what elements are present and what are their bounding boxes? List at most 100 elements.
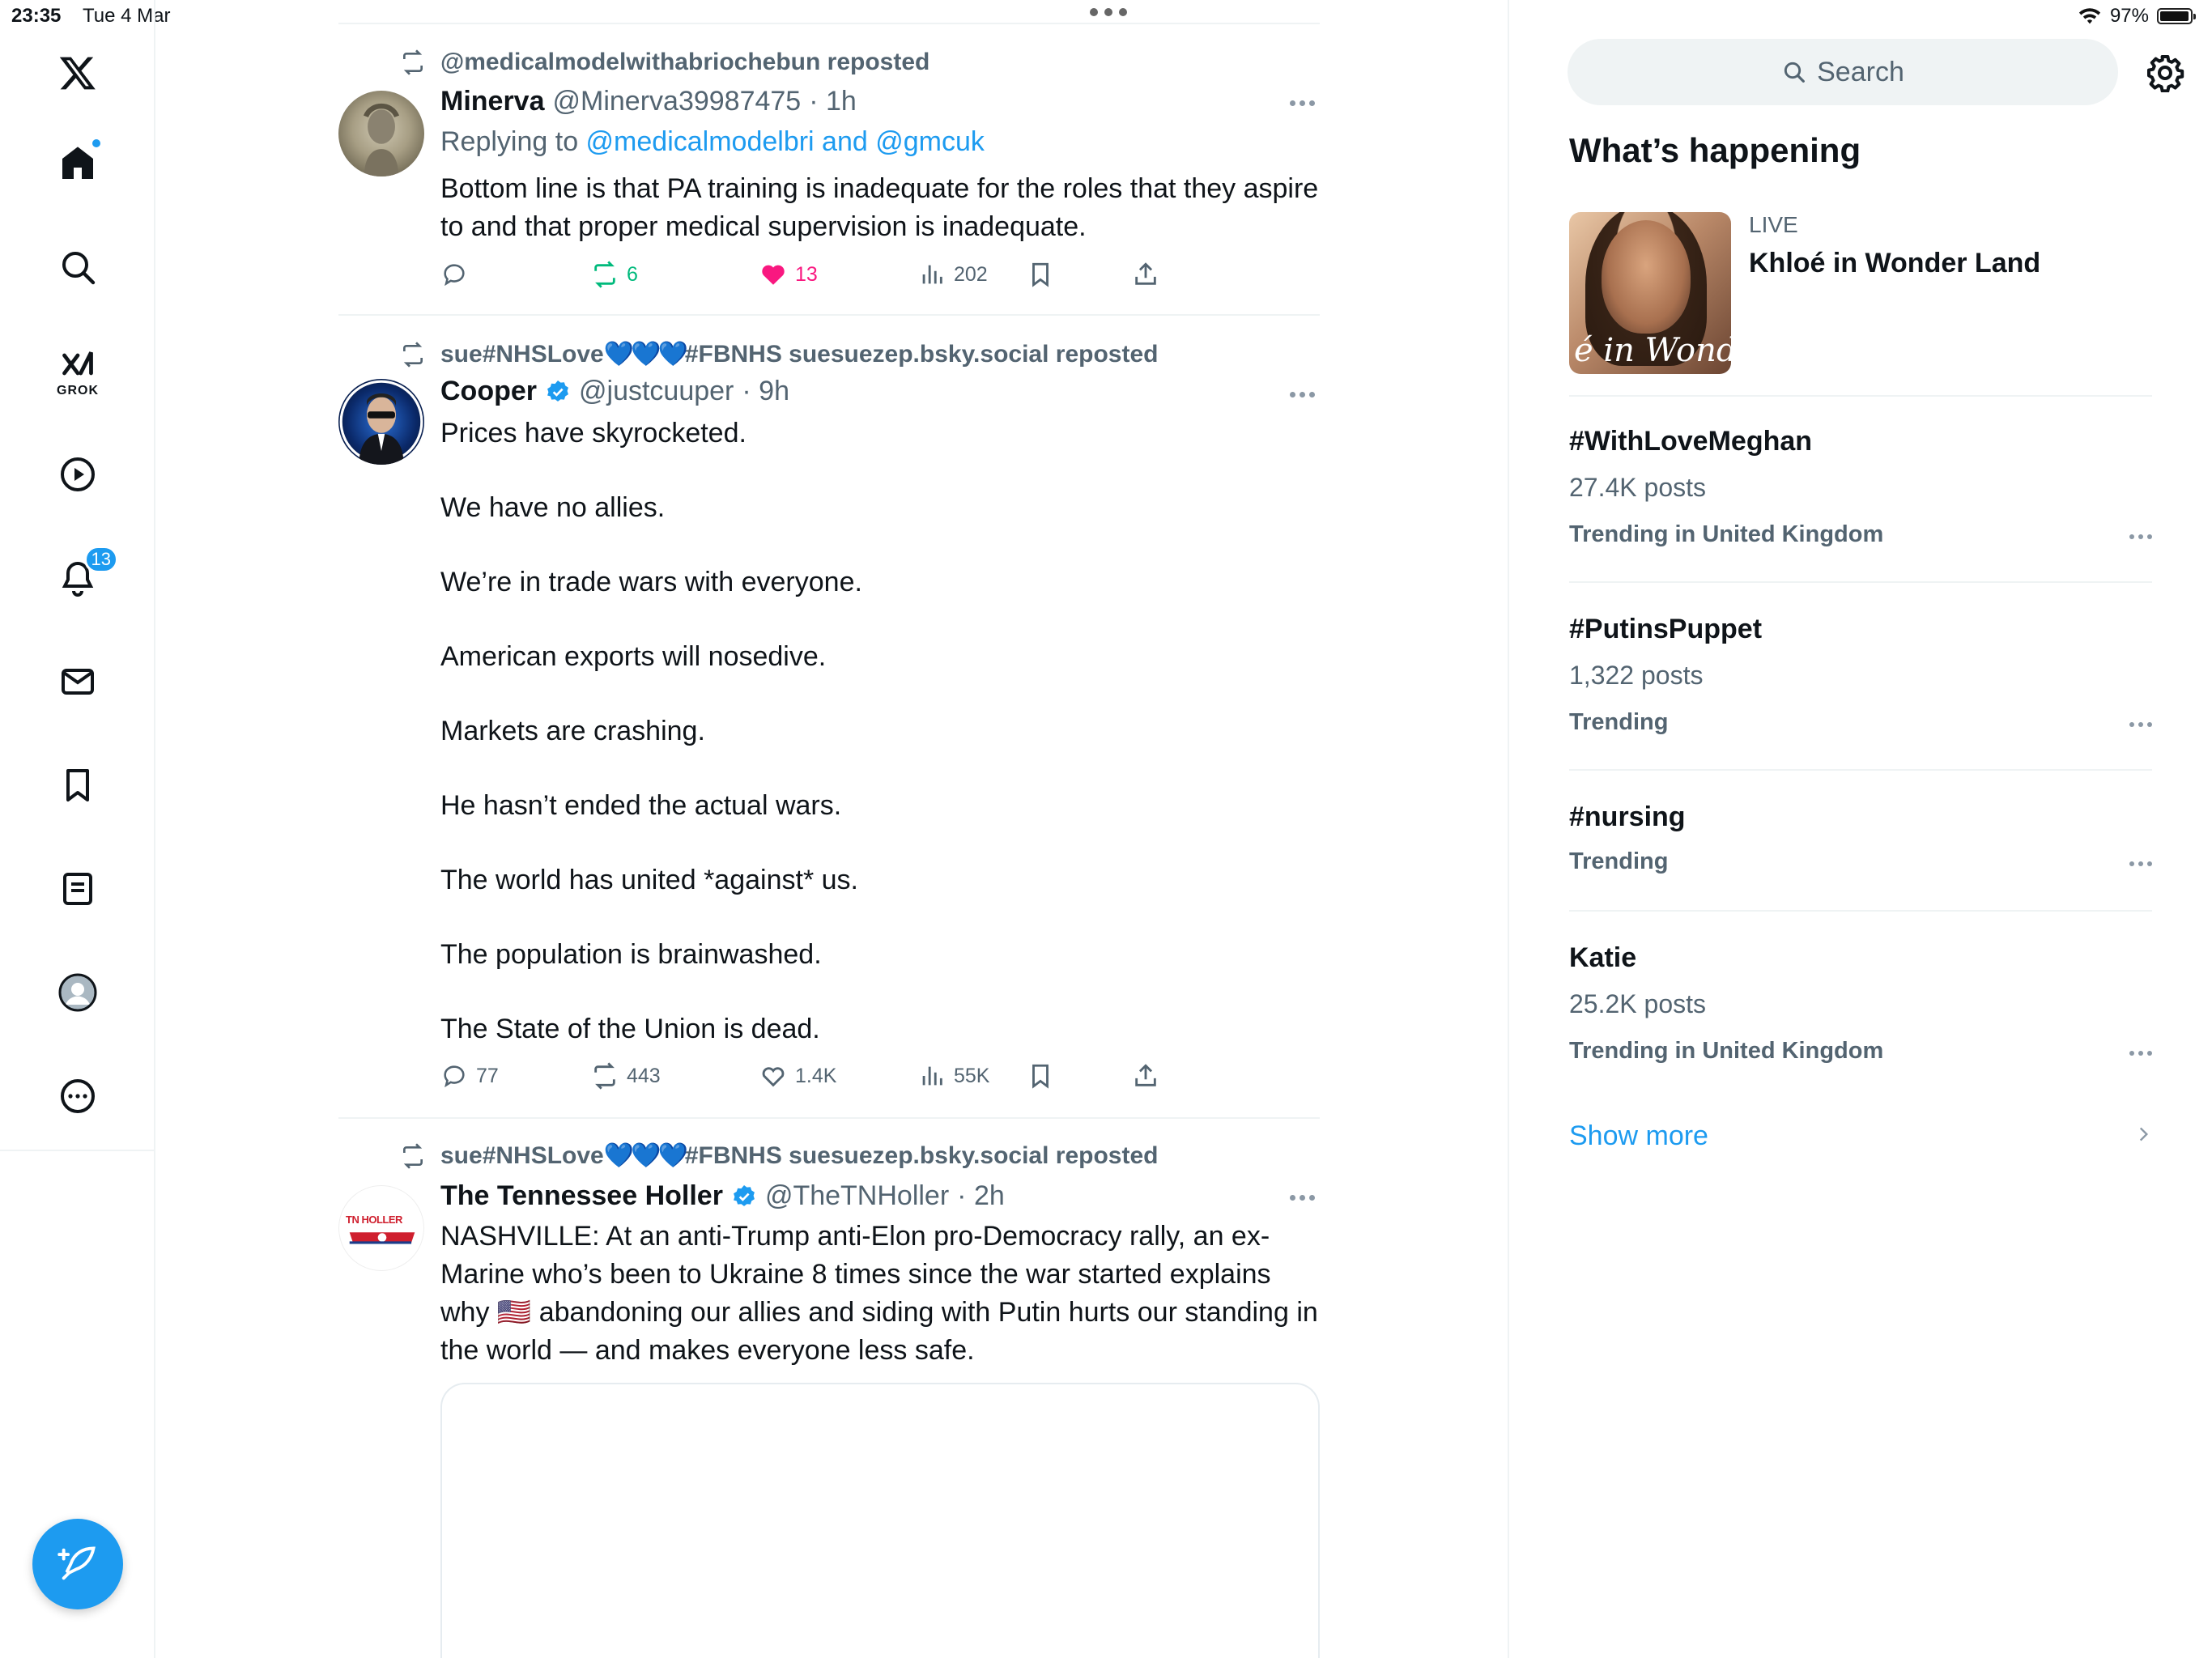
multitask-handle[interactable]: [1090, 8, 1127, 16]
view-count: 202: [954, 262, 988, 286]
reply-icon: [444, 1065, 465, 1088]
like-button[interactable]: 13: [759, 261, 818, 288]
repost-text: sue#NHSLove💙💙💙#FBNHS suesuezep.bsky.soci…: [440, 1141, 1158, 1170]
views-button[interactable]: 202: [918, 261, 988, 288]
tweet[interactable]: @medicalmodelwithabriochebun reposted Mi…: [338, 32, 1320, 308]
author-name[interactable]: Minerva: [440, 86, 545, 117]
nav-video[interactable]: [37, 434, 118, 515]
tweet-paragraph: The State of the Union is dead.: [440, 1014, 820, 1044]
repost-button[interactable]: 6: [591, 261, 638, 288]
search-input[interactable]: Search: [1568, 39, 2118, 105]
trend-item[interactable]: Katie 25.2K posts Trending in United Kin…: [1569, 929, 2152, 1091]
reply-count: 77: [476, 1064, 499, 1087]
avatar[interactable]: [338, 379, 424, 465]
tweet-divider: [338, 314, 1320, 316]
views-button[interactable]: 55K: [918, 1062, 989, 1090]
tweet-paragraph: Prices have skyrocketed.: [440, 418, 747, 449]
repost-icon: [403, 341, 423, 368]
list-icon: [63, 873, 92, 905]
tweet-more-button[interactable]: [1284, 392, 1320, 397]
tweet-time[interactable]: · 9h: [742, 376, 789, 407]
play-icon: [61, 457, 95, 491]
nav-explore[interactable]: [37, 227, 118, 308]
search-icon: [62, 252, 96, 285]
tweet-time[interactable]: · 2h: [957, 1180, 1005, 1212]
tweet-paragraph: Bottom line is that PA training is inade…: [440, 173, 1319, 242]
tweet-paragraph: He hasn’t ended the actual wars.: [440, 790, 842, 821]
tweet[interactable]: sue#NHSLove💙💙💙#FBNHS suesuezep.bsky.soci…: [338, 324, 1320, 1117]
share-button[interactable]: [1132, 261, 1159, 288]
gear-icon[interactable]: [2146, 53, 2184, 92]
trend-item[interactable]: #nursing Trending: [1569, 789, 2152, 910]
tweet-more-button[interactable]: [1284, 1195, 1320, 1201]
trend-context: Trending in United Kingdom: [1569, 1038, 1884, 1064]
tweet-paragraph: The world has united *against* us.: [440, 865, 858, 895]
like-count: 13: [795, 262, 818, 286]
trend-more-button[interactable]: [2129, 861, 2152, 866]
trend-tag: Katie: [1569, 942, 1637, 973]
trend-item[interactable]: #WithLoveMeghan 27.4K posts Trending in …: [1569, 413, 2152, 575]
replying-users-link[interactable]: @medicalmodelbri and @gmcuk: [586, 126, 985, 157]
author-handle[interactable]: @TheTNHoller: [765, 1180, 949, 1212]
nav-bookmarks[interactable]: [37, 745, 118, 826]
trend-more-button[interactable]: [2129, 1051, 2152, 1056]
envelope-icon: [62, 669, 94, 695]
nav-notifications[interactable]: 13: [37, 538, 118, 619]
author-name[interactable]: The Tennessee Holler: [440, 1180, 723, 1212]
like-button[interactable]: 1.4K: [759, 1062, 836, 1090]
like-count: 1.4K: [795, 1064, 837, 1087]
reply-button[interactable]: 77: [440, 1062, 499, 1090]
repost-suffix: #FBNHS suesuezep.bsky.social reposted: [684, 341, 1159, 368]
repost-icon: [403, 49, 423, 75]
repost-prefix: sue#NHSLove: [440, 1142, 604, 1169]
nav-messages[interactable]: [37, 641, 118, 722]
us-flag-emoji: 🇺🇸: [496, 1297, 532, 1328]
compose-button[interactable]: [32, 1519, 123, 1609]
repost-count: 6: [627, 262, 638, 286]
bookmark-button[interactable]: [1027, 261, 1054, 288]
nav-grok[interactable]: GROK: [37, 332, 118, 413]
tweet-time[interactable]: · 1h: [809, 86, 857, 117]
x-logo-icon[interactable]: [37, 32, 118, 113]
tweet-media[interactable]: [440, 1383, 1320, 1658]
tweet-text-part: abandoning our allies and siding with Pu…: [440, 1297, 1318, 1366]
replying-prefix: Replying to: [440, 126, 586, 157]
tweet-author-row: The Tennessee Holler @TheTNHoller · 2h: [440, 1180, 1005, 1212]
nav-profile[interactable]: [37, 952, 118, 1033]
author-name[interactable]: Cooper: [440, 376, 537, 407]
notifications-badge: 13: [83, 546, 118, 573]
tweet-text: NASHVILLE: At an anti-Trump anti-Elon pr…: [440, 1218, 1320, 1370]
trend-more-button[interactable]: [2129, 534, 2152, 539]
tweet-more-button[interactable]: [1284, 100, 1320, 106]
trend-item[interactable]: #PutinsPuppet 1,322 posts Trending: [1569, 601, 2152, 763]
live-thumbnail[interactable]: é in Wonder L: [1569, 212, 1731, 374]
trend-tag: #PutinsPuppet: [1569, 614, 1763, 644]
feed-top-divider: [338, 23, 1320, 24]
share-button[interactable]: [1132, 1062, 1159, 1090]
nav-lists[interactable]: [37, 848, 118, 929]
trend-divider: [1569, 769, 2152, 771]
trend-more-button[interactable]: [2129, 722, 2152, 727]
author-handle[interactable]: @Minerva39987475: [553, 86, 802, 117]
chevron-right-icon[interactable]: [2133, 1124, 2154, 1145]
reply-button[interactable]: [440, 261, 476, 288]
left-nav: GROK 13: [0, 0, 155, 1658]
author-handle[interactable]: @justcuuper: [579, 376, 734, 407]
reply-icon: [444, 264, 465, 287]
bookmark-button[interactable]: [1027, 1062, 1054, 1090]
bookmark-icon: [66, 769, 89, 801]
verified-badge-icon: [547, 380, 568, 402]
replying-to: Replying to @medicalmodelbri and @gmcuk: [440, 126, 985, 158]
repost-prefix: sue#NHSLove: [440, 341, 604, 368]
analytics-icon: [922, 265, 942, 284]
show-more-link[interactable]: Show more: [1569, 1120, 1708, 1152]
tweet[interactable]: sue#NHSLove💙💙💙#FBNHS suesuezep.bsky.soci…: [338, 1127, 1320, 1658]
avatar[interactable]: [338, 91, 424, 176]
repost-text: sue#NHSLove💙💙💙#FBNHS suesuezep.bsky.soci…: [440, 340, 1158, 368]
nav-home[interactable]: [37, 123, 118, 204]
tweet-text: Prices have skyrocketed. We have no alli…: [440, 414, 1320, 1048]
repost-button[interactable]: 443: [591, 1062, 661, 1090]
live-event-card[interactable]: é in Wonder L LIVE Khloé in Wonder Land: [1569, 212, 2152, 376]
nav-more[interactable]: [37, 1056, 118, 1137]
avatar[interactable]: TN HOLLER: [338, 1185, 424, 1271]
